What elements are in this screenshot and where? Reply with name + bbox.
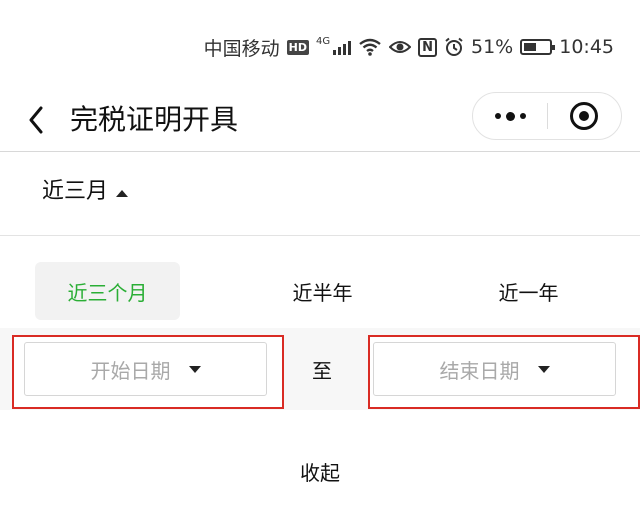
- option-half-year[interactable]: 近半年: [250, 262, 395, 320]
- range-separator: 至: [312, 358, 332, 383]
- filter-header: 近三月: [0, 153, 640, 236]
- nav-bar: 完税证明开具: [0, 90, 640, 152]
- more-dots-icon[interactable]: [473, 93, 547, 139]
- end-date-placeholder: 结束日期: [439, 358, 520, 383]
- option-three-months[interactable]: 近三个月: [35, 262, 180, 320]
- status-bar: 中国移动 HD 4G N 51% 10:45: [0, 0, 640, 90]
- carrier-name: 中国移动: [203, 37, 280, 60]
- status-indicators: 中国移动 HD 4G N 51% 10:45: [204, 34, 614, 60]
- battery-icon: [520, 39, 556, 55]
- eye-icon: [389, 41, 412, 53]
- signal-icon: [333, 39, 352, 55]
- wifi-icon: [359, 38, 381, 56]
- battery-percent: 51%: [471, 36, 514, 58]
- period-dropdown-label: 近三月: [42, 179, 109, 204]
- alarm-icon: [445, 37, 463, 56]
- start-date-picker[interactable]: 开始日期: [24, 342, 267, 396]
- caret-down-icon: [188, 365, 201, 373]
- target-close-icon[interactable]: [548, 93, 621, 139]
- mini-program-capsule: [472, 92, 622, 140]
- collapse-button[interactable]: 收起: [270, 446, 370, 496]
- network-type: 4G: [315, 35, 331, 47]
- clock-time: 10:45: [559, 36, 614, 58]
- chevron-left-icon[interactable]: [22, 98, 52, 142]
- hd-icon: HD: [286, 39, 309, 55]
- nfc-icon: N: [418, 37, 437, 57]
- caret-down-icon: [537, 365, 550, 373]
- page-title: 完税证明开具: [70, 103, 239, 136]
- caret-up-icon: [116, 189, 129, 197]
- period-dropdown[interactable]: 近三月: [42, 177, 129, 207]
- battery-level: [524, 43, 537, 51]
- option-one-year[interactable]: 近一年: [456, 262, 601, 320]
- end-date-picker[interactable]: 结束日期: [373, 342, 616, 396]
- start-date-placeholder: 开始日期: [90, 358, 171, 383]
